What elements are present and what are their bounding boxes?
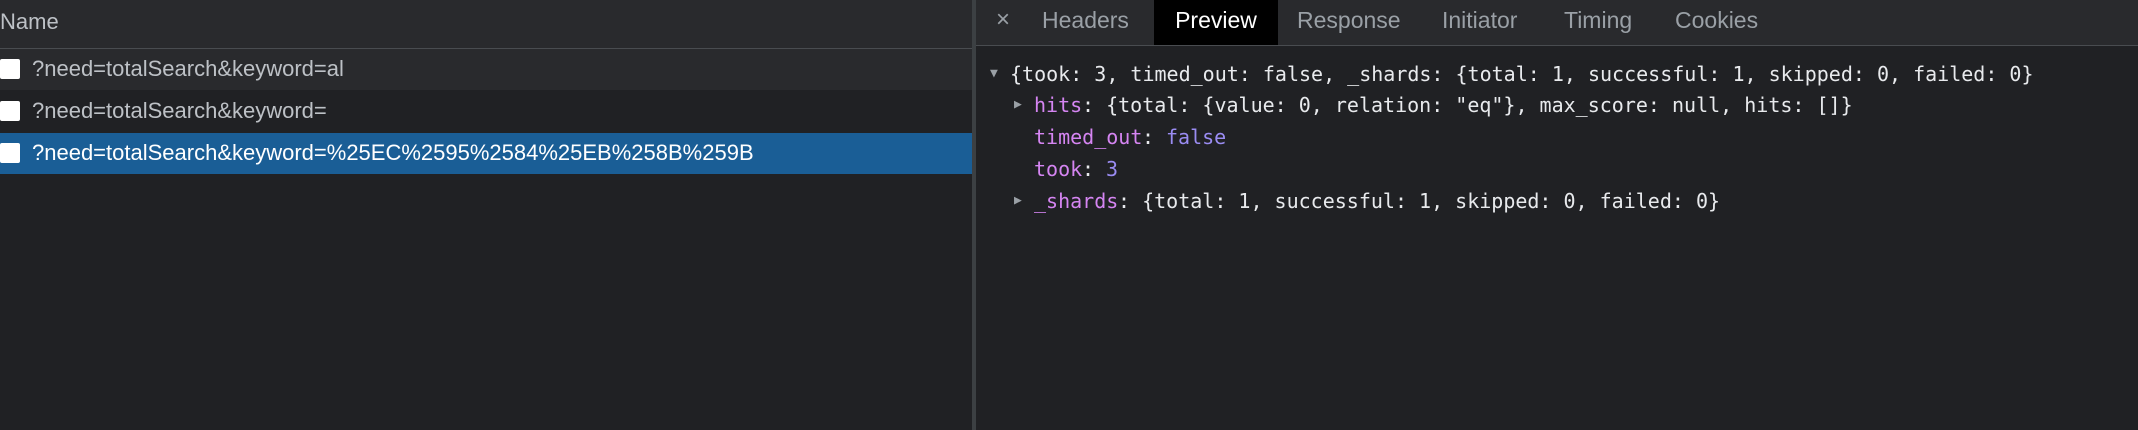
tab-timing[interactable]: Timing [1564, 0, 1632, 45]
json-value-shards: : {total: 1, successful: 1, skipped: 0, … [1118, 189, 1721, 213]
checkbox[interactable] [0, 101, 20, 121]
name-column-header[interactable]: Name [0, 0, 972, 49]
request-url: ?need=totalSearch&keyword=%25EC%2595%258… [32, 140, 754, 165]
triangle-right-icon[interactable]: ▶ [1014, 185, 1022, 217]
json-sep: : [1082, 157, 1107, 181]
checkbox[interactable] [0, 143, 20, 163]
triangle-right-icon[interactable]: ▶ [1014, 89, 1022, 121]
json-value-hits: : {total: {value: 0, relation: "eq"}, ma… [1082, 93, 1853, 117]
tab-preview[interactable]: Preview [1154, 0, 1278, 45]
triangle-down-icon[interactable]: ▼ [990, 58, 998, 90]
json-sep: : [1142, 125, 1167, 149]
request-details: × Headers Preview Response Initiator Tim… [976, 0, 2138, 430]
json-key-took: took [1034, 157, 1083, 181]
json-key-shards: _shards [1034, 189, 1119, 213]
json-root-summary: {took: 3, timed_out: false, _shards: {to… [1010, 62, 2034, 86]
tab-headers[interactable]: Headers [1042, 0, 1129, 45]
json-shards-row[interactable]: ▶ _shards : {total: 1, successful: 1, sk… [976, 185, 1720, 217]
json-took-row: took : 3 [976, 153, 1118, 185]
name-column-label: Name [0, 9, 59, 34]
request-url: ?need=totalSearch&keyword= [32, 98, 327, 123]
json-root-row[interactable]: ▼ {took: 3, timed_out: false, _shards: {… [976, 58, 2034, 90]
details-tabbar: × Headers Preview Response Initiator Tim… [976, 0, 2138, 46]
close-icon[interactable]: × [992, 6, 1014, 34]
json-value-took: 3 [1106, 157, 1119, 181]
tab-cookies[interactable]: Cookies [1675, 0, 1758, 45]
json-key-timed-out: timed_out [1034, 125, 1143, 149]
request-row[interactable]: ?need=totalSearch&keyword=al [0, 49, 972, 90]
requests-list: Name ?need=totalSearch&keyword=al ?need=… [0, 0, 972, 430]
request-row[interactable]: ?need=totalSearch&keyword= [0, 91, 972, 132]
json-timed-out-row: timed_out : false [976, 121, 1226, 153]
request-row-selected[interactable]: ?need=totalSearch&keyword=%25EC%2595%258… [0, 133, 972, 174]
request-url: ?need=totalSearch&keyword=al [32, 56, 344, 81]
tab-response[interactable]: Response [1297, 0, 1401, 45]
json-key-hits: hits [1034, 93, 1083, 117]
json-hits-row[interactable]: ▶ hits : {total: {value: 0, relation: "e… [976, 89, 1853, 121]
devtools-network-panel: Name ?need=totalSearch&keyword=al ?need=… [0, 0, 2138, 430]
checkbox[interactable] [0, 59, 20, 79]
tab-initiator[interactable]: Initiator [1442, 0, 1517, 45]
json-value-timed-out: false [1166, 125, 1227, 149]
